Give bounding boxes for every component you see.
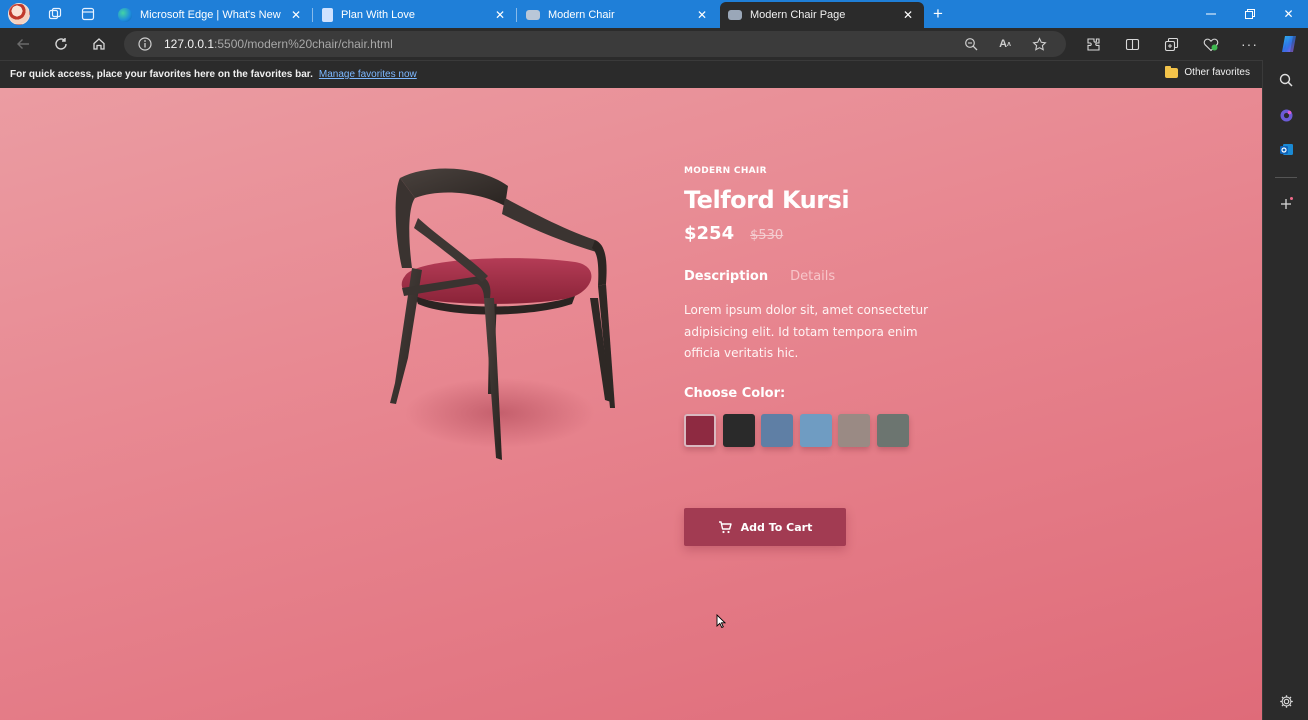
copilot-sidebar-icon[interactable] <box>1278 107 1294 123</box>
new-tab-button[interactable]: + <box>928 4 948 24</box>
page-icon <box>728 10 742 20</box>
tab-modern-chair-page[interactable]: Modern Chair Page ✕ <box>720 2 924 28</box>
address-bar[interactable]: 127.0.0.1:5500/modern%20chair/chair.html… <box>124 31 1066 57</box>
folder-icon <box>1165 65 1179 78</box>
other-favorites-label: Other favorites <box>1184 67 1250 78</box>
favorites-bar: For quick access, place your favorites h… <box>0 60 1262 88</box>
close-window-button[interactable]: ✕ <box>1269 0 1308 28</box>
browser-essentials-icon[interactable] <box>1191 28 1230 60</box>
info-tabs: Description Details <box>684 269 984 284</box>
color-swatch-light-blue[interactable] <box>799 413 832 447</box>
tab-plan-with-love[interactable]: Plan With Love ✕ <box>314 2 517 28</box>
color-swatch-taupe[interactable] <box>838 413 870 447</box>
home-button[interactable] <box>80 28 118 60</box>
search-icon[interactable] <box>1278 72 1294 88</box>
color-swatch-black[interactable] <box>722 413 755 447</box>
product-category: MODERN CHAIR <box>684 166 767 176</box>
tab-title: Modern Chair <box>548 9 615 21</box>
cart-icon <box>718 521 732 534</box>
page-icon <box>526 10 540 20</box>
price-row: $254 $530 <box>684 223 984 244</box>
refresh-button[interactable] <box>42 28 80 60</box>
edge-sidebar <box>1262 60 1308 720</box>
color-swatch-grey-green[interactable] <box>876 413 909 447</box>
mouse-cursor-icon <box>716 614 726 628</box>
add-to-cart-button[interactable]: Add To Cart <box>684 508 846 546</box>
restore-button[interactable] <box>1230 0 1269 28</box>
browser-toolbar: 127.0.0.1:5500/modern%20chair/chair.html… <box>0 28 1308 60</box>
collections-icon[interactable] <box>1152 28 1191 60</box>
original-price: $530 <box>750 228 784 243</box>
workspaces-icon[interactable] <box>47 6 63 22</box>
current-price: $254 <box>684 223 735 244</box>
url-text: 127.0.0.1:5500/modern%20chair/chair.html <box>164 37 393 51</box>
edge-logo-icon <box>118 8 132 22</box>
info-icon[interactable] <box>138 37 152 51</box>
chair-image <box>360 158 640 488</box>
product-details: MODERN CHAIR Telford Kursi $254 $530 Des… <box>684 166 984 546</box>
close-tab-icon[interactable]: ✕ <box>900 7 916 23</box>
favorites-message: For quick access, place your favorites h… <box>10 69 313 80</box>
split-screen-icon[interactable] <box>1113 28 1152 60</box>
choose-color-label: Choose Color: <box>684 385 786 401</box>
add-to-cart-label: Add To Cart <box>740 520 813 534</box>
read-aloud-icon[interactable]: Aʌ <box>988 36 1022 52</box>
product-name: Telford Kursi <box>684 186 850 214</box>
tab-title: Modern Chair Page <box>750 9 846 21</box>
product-description: Lorem ipsum dolor sit, amet consectetur … <box>684 303 929 360</box>
tab-edge-whats-new[interactable]: Microsoft Edge | What's New ✕ <box>110 2 313 28</box>
url-path: :5500/modern%20chair/chair.html <box>214 37 393 51</box>
outlook-icon[interactable] <box>1278 141 1294 157</box>
zoom-icon[interactable] <box>954 36 988 52</box>
tab-actions-icon[interactable] <box>80 6 96 22</box>
url-host: 127.0.0.1 <box>164 37 215 51</box>
favorite-star-icon[interactable] <box>1022 36 1056 52</box>
tab-title: Microsoft Edge | What's New <box>140 9 281 21</box>
back-button[interactable] <box>4 28 42 60</box>
profile-avatar[interactable] <box>8 3 30 25</box>
tab-title: Plan With Love <box>341 9 415 21</box>
close-tab-icon[interactable]: ✕ <box>492 7 508 23</box>
tab-details[interactable]: Details <box>790 269 835 284</box>
add-sidebar-app-icon[interactable] <box>1278 196 1294 212</box>
more-menu-icon[interactable]: ··· <box>1230 28 1269 60</box>
manage-favorites-link[interactable]: Manage favorites now <box>319 69 417 80</box>
product-page: MODERN CHAIR Telford Kursi $254 $530 Des… <box>0 88 1262 720</box>
page-icon <box>322 8 333 22</box>
color-swatch-maroon[interactable] <box>684 413 716 447</box>
color-swatch-denim[interactable] <box>761 413 793 447</box>
close-tab-icon[interactable]: ✕ <box>694 7 710 23</box>
title-bar: Microsoft Edge | What's New ✕ Plan With … <box>0 0 1308 28</box>
close-tab-icon[interactable]: ✕ <box>288 7 304 23</box>
minimize-button[interactable] <box>1191 0 1230 28</box>
color-swatches <box>684 413 984 447</box>
settings-gear-icon[interactable] <box>1278 693 1294 709</box>
other-favorites-button[interactable]: Other favorites <box>1165 65 1250 78</box>
copilot-icon[interactable] <box>1269 28 1308 60</box>
extensions-icon[interactable] <box>1074 28 1113 60</box>
tab-description[interactable]: Description <box>684 269 768 284</box>
tab-modern-chair[interactable]: Modern Chair ✕ <box>518 2 718 28</box>
